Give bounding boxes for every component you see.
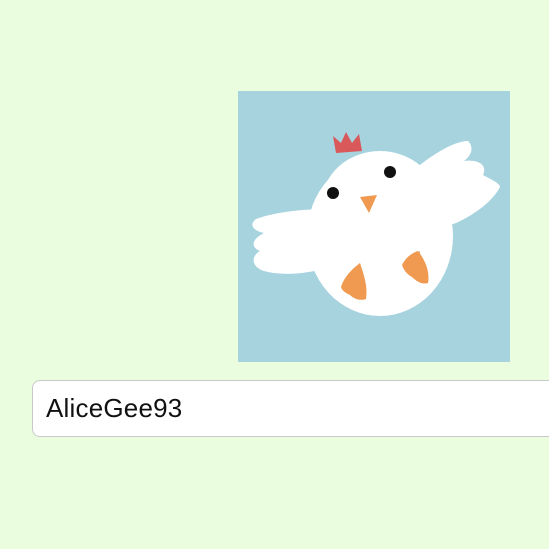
left-eye-shape [327,187,339,199]
profile-page: AliceGee93 [0,0,549,549]
avatar[interactable] [238,91,510,362]
username-field[interactable]: AliceGee93 [32,380,549,437]
username-value: AliceGee93 [46,393,183,423]
chicken-avatar-icon [252,132,500,316]
comb-shape [333,132,362,153]
right-eye-shape [384,166,396,178]
